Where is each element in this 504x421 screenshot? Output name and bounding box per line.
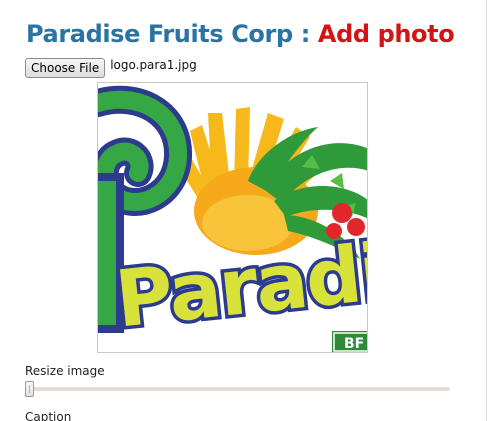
resize-slider-handle[interactable] xyxy=(25,381,34,397)
file-input[interactable]: Choose File logo.para1.jpg xyxy=(25,58,197,78)
title-separator: : xyxy=(300,20,311,48)
page-edge-divider xyxy=(486,0,487,421)
selected-file-name: logo.para1.jpg xyxy=(110,58,197,72)
company-name: Paradise Fruits Corp xyxy=(26,20,293,48)
page-title: Paradise Fruits Corp : Add photo xyxy=(26,18,455,50)
caption-label: Caption xyxy=(25,410,72,421)
choose-file-button[interactable]: Choose File xyxy=(25,58,106,78)
image-preview: Paradis BF xyxy=(97,82,368,353)
page-action-title: Add photo xyxy=(317,20,455,48)
logo-preview-image: Paradis BF xyxy=(98,85,368,352)
logo-badge-text: BF xyxy=(344,336,364,352)
resize-image-label: Resize image xyxy=(25,364,105,378)
add-photo-page: Paradise Fruits Corp : Add photo Choose … xyxy=(0,0,504,421)
logo-wordmark: Paradis xyxy=(111,223,368,345)
resize-slider-track[interactable] xyxy=(27,387,450,391)
